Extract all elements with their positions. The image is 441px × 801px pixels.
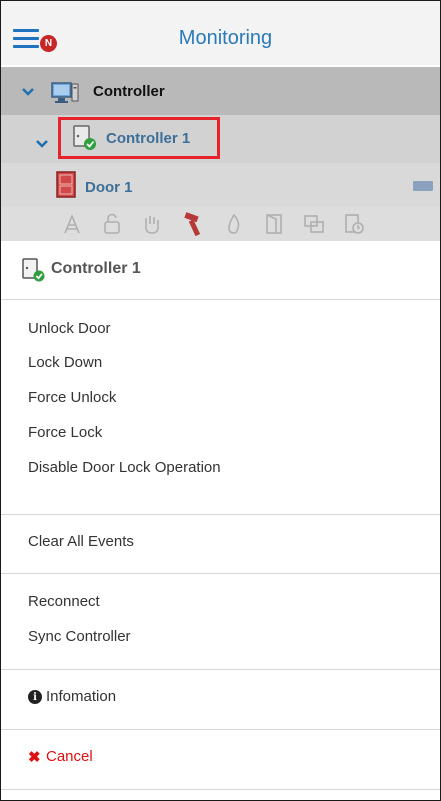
monitoring-screen: N Monitoring Controller Controller 1 Doo… bbox=[1, 1, 440, 241]
menu-item-label: Reconnect bbox=[28, 593, 100, 610]
alarm-icon[interactable] bbox=[61, 213, 83, 235]
app-frame: N Monitoring Controller Controller 1 Doo… bbox=[0, 0, 441, 801]
menu-item-label: Clear All Events bbox=[28, 533, 134, 550]
action-sheet-title: Controller 1 bbox=[51, 260, 141, 277]
tree-label-door-1: Door 1 bbox=[85, 179, 133, 196]
menu-item-label: Force Lock bbox=[28, 424, 103, 441]
controller-status-icon bbox=[22, 258, 45, 282]
information-button[interactable]: i Infomation bbox=[1, 679, 440, 715]
top-bar: N Monitoring bbox=[1, 1, 440, 65]
tree-row-door-1[interactable]: Door 1 bbox=[1, 163, 440, 207]
door-control-icons bbox=[1, 207, 440, 241]
divider bbox=[1, 573, 440, 574]
menu-item-label: Lock Down bbox=[28, 354, 103, 371]
menu-item-label: Unlock Door bbox=[28, 320, 111, 337]
door-status-indicator bbox=[413, 181, 433, 191]
chevron-down-icon[interactable] bbox=[21, 87, 35, 97]
force-unlock-button[interactable]: Force Unlock bbox=[1, 380, 440, 416]
sync-controller-button[interactable]: Sync Controller bbox=[1, 619, 440, 655]
chevron-down-icon[interactable] bbox=[35, 139, 49, 149]
unlock-icon[interactable] bbox=[101, 213, 123, 235]
page-title: Monitoring bbox=[178, 27, 273, 49]
menu-item-label: Disable Door Lock Operation bbox=[28, 459, 221, 476]
cancel-label: Cancel bbox=[46, 748, 93, 765]
door-icon bbox=[56, 171, 76, 198]
info-icon: i bbox=[28, 690, 42, 704]
divider bbox=[1, 514, 440, 515]
menu-item-label: Force Unlock bbox=[28, 389, 117, 406]
disable-door-lock-operation-button[interactable]: Disable Door Lock Operation bbox=[1, 450, 440, 486]
clear-all-events-button[interactable]: Clear All Events bbox=[1, 524, 440, 560]
lock-down-button[interactable]: Lock Down bbox=[1, 345, 440, 381]
hammer-icon[interactable] bbox=[183, 212, 209, 238]
divider bbox=[1, 669, 440, 670]
menu-item-label: Sync Controller bbox=[28, 628, 131, 645]
tree-label-controller: Controller bbox=[93, 83, 165, 100]
force-lock-button[interactable]: Force Lock bbox=[1, 415, 440, 451]
door-open-icon[interactable] bbox=[263, 213, 285, 235]
schedule-icon[interactable] bbox=[343, 213, 365, 235]
divider bbox=[1, 299, 440, 300]
fire-icon[interactable] bbox=[223, 213, 245, 235]
cancel-button[interactable]: ✖ Cancel bbox=[1, 739, 440, 775]
close-icon: ✖ bbox=[28, 749, 41, 766]
reconnect-button[interactable]: Reconnect bbox=[1, 584, 440, 620]
action-sheet-header: Controller 1 bbox=[1, 241, 440, 299]
divider bbox=[1, 789, 440, 790]
tree-row-controller[interactable]: Controller bbox=[1, 67, 440, 115]
action-sheet: Controller 1 Unlock Door Lock Down Force… bbox=[1, 241, 440, 800]
divider bbox=[1, 729, 440, 730]
selection-highlight bbox=[58, 117, 220, 159]
unlock-door-button[interactable]: Unlock Door bbox=[1, 311, 440, 347]
computer-icon bbox=[51, 82, 79, 103]
information-label: Infomation bbox=[46, 688, 117, 705]
sync-icon[interactable] bbox=[303, 213, 325, 235]
hand-icon[interactable] bbox=[141, 213, 163, 235]
